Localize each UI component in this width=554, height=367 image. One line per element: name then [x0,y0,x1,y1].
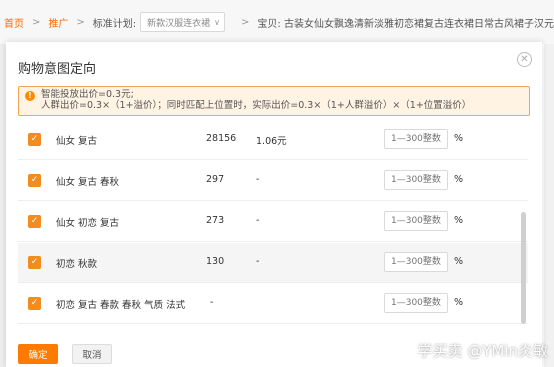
intent-targeting-dialog: 购物意图定向 ✕ ! 智能投放出价=0.3元; 人群出价=0.3×（1+溢价）；… [6,42,542,367]
percent-unit: % [454,297,464,308]
price-value: - [256,256,260,267]
pv-value: 273 [206,215,225,226]
keyword-label: 仙女 复古 春秋 [56,177,120,188]
percent-unit: % [454,133,464,144]
pv-value: 28156 [206,133,237,144]
list-item: ✓ 仙女 复古 28156 1.06元 % [18,120,528,160]
row-checkbox[interactable]: ✓ [28,133,41,146]
plan-select-value: 新款汉服连衣裙 [147,18,211,29]
watermark: 学买卖 @YMin炎敏 [417,342,548,360]
keyword-label: 初恋 秋款 [56,259,98,270]
row-checkbox[interactable]: ✓ [28,256,41,269]
bid-notice: ! 智能投放出价=0.3元; 人群出价=0.3×（1+溢价）；同时匹配上位置时，… [18,86,530,116]
item-label: 宝贝: 古装女仙女飘逸清新淡雅初恋裙复古连衣裙日常古风裙子汉元素 [257,18,554,30]
list-item: ✓ 仙女 初恋 复古 273 - % [18,202,528,242]
percent-unit: % [454,215,464,226]
list-item: ✓ 初恋 秋款 130 - % [18,243,528,283]
premium-input[interactable] [384,170,448,190]
row-checkbox[interactable]: ✓ [28,215,41,228]
background-page-right [544,44,554,367]
breadcrumb-home-link[interactable]: 首页 [4,15,24,30]
price-value: - [256,215,260,226]
premium-input[interactable] [384,211,448,231]
list-item: ✓ 初恋 复古 春款 春秋 气质 法式 - % [18,284,528,324]
keyword-label: 初恋 复古 春款 春秋 气质 法式 [56,300,186,311]
cancel-button[interactable]: 取消 [72,344,112,364]
pv-value: 297 [206,174,225,185]
premium-input[interactable] [384,129,448,149]
keyword-label: 仙女 复古 [56,136,98,147]
keyword-list: ✓ 仙女 复古 28156 1.06元 % ✓ 仙女 复古 春秋 297 - %… [18,120,528,326]
plan-select[interactable]: 新款汉服连衣裙 ∨ [140,12,226,32]
price-value: 1.06元 [256,136,287,147]
close-icon[interactable]: ✕ [517,52,532,67]
row-checkbox[interactable]: ✓ [28,297,41,310]
chevron-down-icon: ∨ [214,17,221,27]
dialog-title: 购物意图定向 [18,62,97,77]
pv-value: 130 [206,256,225,267]
notice-line-1: 智能投放出价=0.3元; [41,89,134,100]
breadcrumb-separator: > [241,16,250,28]
premium-input[interactable] [384,293,448,313]
price-value: - [256,174,260,185]
list-scrollbar[interactable] [521,212,526,324]
list-item: ✓ 仙女 复古 春秋 297 - % [18,161,528,201]
row-checkbox[interactable]: ✓ [28,174,41,187]
plan-label: 标准计划: [92,18,137,30]
confirm-button[interactable]: 确定 [18,344,58,364]
premium-input[interactable] [384,252,448,272]
keyword-label: 仙女 初恋 复古 [56,218,120,229]
breadcrumb-promotion-link[interactable]: 推广 [48,15,68,30]
percent-unit: % [454,174,464,185]
percent-unit: % [454,256,464,267]
breadcrumb-separator: > [32,16,41,28]
breadcrumb-separator: > [76,16,85,28]
breadcrumb: 首页 > 推广 > 标准计划: 新款汉服连衣裙 ∨ > 宝贝: 古装女仙女飘逸清… [0,0,554,44]
warning-icon: ! [25,91,35,101]
pv-value: - [210,297,214,308]
notice-line-2: 人群出价=0.3×（1+溢价）；同时匹配上位置时，实际出价=0.3×（1+人群溢… [41,100,472,111]
